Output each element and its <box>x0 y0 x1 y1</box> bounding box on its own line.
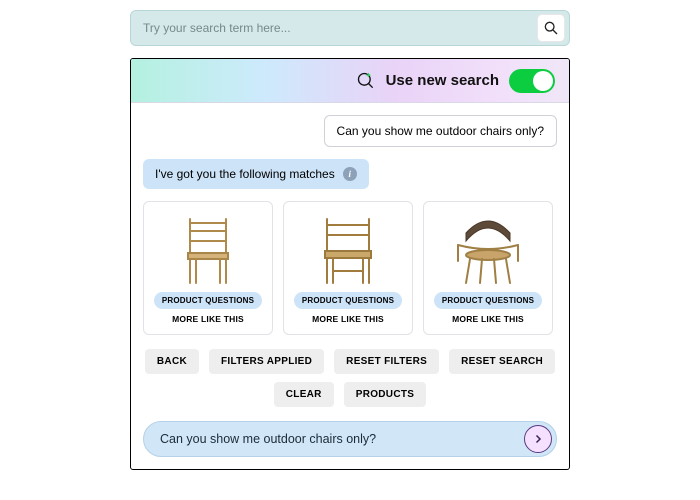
chevron-right-icon <box>532 433 544 445</box>
filters-applied-button[interactable]: FILTERS APPLIED <box>209 349 324 374</box>
sparkle-search-icon <box>356 71 376 91</box>
action-buttons: BACK FILTERS APPLIED RESET FILTERS RESET… <box>143 349 557 407</box>
bot-message-bubble: I've got you the following matches i <box>143 159 369 189</box>
products-button[interactable]: PRODUCTS <box>344 382 427 407</box>
reset-filters-button[interactable]: RESET FILTERS <box>334 349 439 374</box>
global-search-bar[interactable] <box>130 10 570 46</box>
more-like-this-link[interactable]: MORE LIKE THIS <box>452 314 524 324</box>
product-image <box>150 210 266 288</box>
product-questions-chip[interactable]: PRODUCT QUESTIONS <box>434 292 542 309</box>
product-grid: PRODUCT QUESTIONS MORE LIKE THIS <box>143 201 557 335</box>
more-like-this-link[interactable]: MORE LIKE THIS <box>312 314 384 324</box>
panel-title: Use new search <box>386 72 499 89</box>
search-assistant-panel: Use new search Can you show me outdoor c… <box>130 58 570 470</box>
search-button[interactable] <box>537 14 565 42</box>
product-card[interactable]: PRODUCT QUESTIONS MORE LIKE THIS <box>143 201 273 335</box>
user-message-bubble: Can you show me outdoor chairs only? <box>324 115 557 147</box>
chat-input-text: Can you show me outdoor chairs only? <box>160 432 376 446</box>
more-like-this-link[interactable]: MORE LIKE THIS <box>172 314 244 324</box>
bot-message-text: I've got you the following matches <box>155 167 335 181</box>
product-card[interactable]: PRODUCT QUESTIONS MORE LIKE THIS <box>423 201 553 335</box>
back-button[interactable]: BACK <box>145 349 199 374</box>
reset-search-button[interactable]: RESET SEARCH <box>449 349 555 374</box>
new-search-toggle[interactable] <box>509 69 555 93</box>
product-questions-chip[interactable]: PRODUCT QUESTIONS <box>294 292 402 309</box>
chat-input[interactable]: Can you show me outdoor chairs only? <box>143 421 557 457</box>
search-icon <box>543 20 559 36</box>
chat-area: Can you show me outdoor chairs only? I'v… <box>131 103 569 417</box>
product-image <box>430 210 546 288</box>
send-button[interactable] <box>524 425 552 453</box>
clear-button[interactable]: CLEAR <box>274 382 334 407</box>
info-icon[interactable]: i <box>343 167 357 181</box>
global-search-input[interactable] <box>143 21 537 35</box>
product-questions-chip[interactable]: PRODUCT QUESTIONS <box>154 292 262 309</box>
user-message-text: Can you show me outdoor chairs only? <box>337 124 544 138</box>
product-card[interactable]: PRODUCT QUESTIONS MORE LIKE THIS <box>283 201 413 335</box>
product-image <box>290 210 406 288</box>
panel-header: Use new search <box>131 59 569 103</box>
